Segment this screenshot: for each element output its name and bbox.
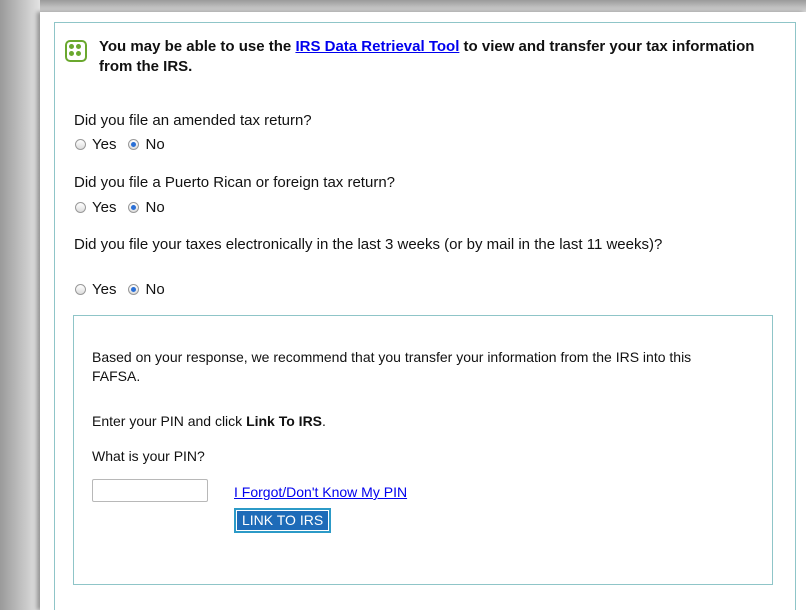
radio-label-no: No: [145, 136, 165, 153]
radio-label-yes: Yes: [92, 136, 117, 153]
pin-instruction: Enter your PIN and click Link To IRS.: [92, 412, 732, 431]
radio-foreign-no[interactable]: No: [128, 199, 165, 216]
radio-circle-selected[interactable]: [128, 139, 140, 150]
radio-circle[interactable]: [75, 139, 86, 150]
recommendation-box: Based on your response, we recommend tha…: [73, 315, 773, 585]
recommendation-message: Based on your response, we recommend tha…: [92, 349, 692, 384]
instruction-prefix: Enter your PIN and click: [92, 413, 247, 429]
radio-recently-no[interactable]: No: [128, 281, 165, 298]
instruction-bold: Link To IRS: [246, 413, 323, 429]
pin-input[interactable]: [92, 479, 208, 502]
info-prefix: You may be able to use the: [99, 38, 296, 55]
instruction-suffix: .: [322, 413, 326, 429]
radio-circle-selected[interactable]: [128, 284, 140, 295]
radio-circle[interactable]: [75, 284, 86, 295]
question-amended-return: Did you file an amended tax return?: [74, 112, 312, 129]
window-shadow-top: [0, 0, 806, 12]
irs-section-card: You may be able to use the IRS Data Retr…: [54, 22, 796, 610]
radio-group-recently: Yes No: [75, 281, 177, 298]
radio-recently-yes[interactable]: Yes: [75, 281, 116, 298]
pin-label: What is your PIN?: [92, 448, 205, 464]
info-dots-icon: [65, 40, 87, 62]
question-filed-recently: Did you file your taxes electronically i…: [74, 236, 663, 253]
forgot-pin-link[interactable]: I Forgot/Don't Know My PIN: [234, 484, 407, 500]
irs-info-message: You may be able to use the IRS Data Retr…: [65, 37, 785, 77]
radio-amended-no[interactable]: No: [128, 136, 165, 153]
radio-circle[interactable]: [75, 202, 86, 213]
window-shadow-left: [0, 0, 40, 610]
irs-drt-link[interactable]: IRS Data Retrieval Tool: [295, 38, 459, 55]
link-to-irs-button[interactable]: LINK TO IRS: [234, 508, 332, 533]
radio-amended-yes[interactable]: Yes: [75, 136, 116, 153]
radio-label-yes: Yes: [92, 199, 117, 216]
radio-label-no: No: [145, 281, 165, 298]
radio-label-no: No: [145, 199, 165, 216]
question-foreign-return: Did you file a Puerto Rican or foreign t…: [74, 174, 395, 191]
radio-label-yes: Yes: [92, 281, 117, 298]
radio-group-amended: Yes No: [75, 136, 177, 153]
radio-group-foreign: Yes No: [75, 199, 177, 216]
radio-circle-selected[interactable]: [128, 202, 140, 213]
radio-foreign-yes[interactable]: Yes: [75, 199, 116, 216]
